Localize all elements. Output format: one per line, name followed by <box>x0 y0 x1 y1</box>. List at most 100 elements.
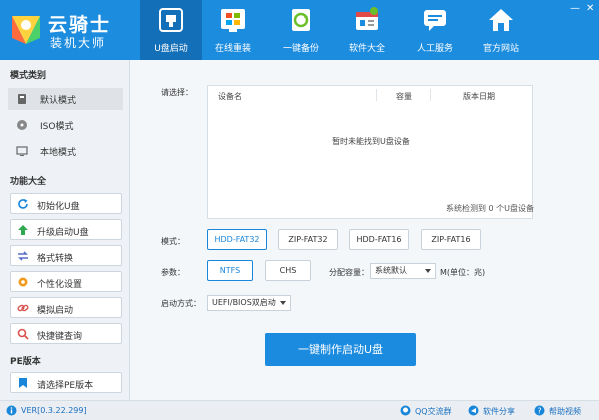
version-info: VER[0.3.22.299] <box>6 405 116 417</box>
chevron-down-icon <box>280 301 286 305</box>
mode-default[interactable]: 默认模式 <box>8 88 123 110</box>
qq-group-link[interactable]: QQ交流群 <box>400 405 458 417</box>
func-label: 升级启动U盘 <box>37 228 89 238</box>
qq-group-label: QQ交流群 <box>415 407 452 416</box>
qq-icon <box>400 405 411 416</box>
column-header-device: 设备名 <box>218 92 242 101</box>
partition-value: 系统默认 <box>375 266 407 275</box>
boot-mode-value: UEFI/BIOS双启动 <box>212 298 276 307</box>
refresh-icon <box>18 199 28 209</box>
func-label: 格式转换 <box>37 254 74 264</box>
select-label: 请选择： <box>161 88 193 97</box>
func-label: 初始化U盘 <box>37 202 80 212</box>
mode-row-label: 模式： <box>161 237 185 246</box>
func-label: 快捷键查询 <box>37 332 83 342</box>
link-icon <box>17 304 29 312</box>
monitor-icon <box>16 146 28 156</box>
boot-mode-select[interactable]: UEFI/BIOS双启动 <box>207 295 291 311</box>
main-panel: 请选择： 设备名 容量 版本日期 暂时未能找到U盘设备 系统检测到 0 个U盘设… <box>131 60 599 400</box>
column-header-capacity: 容量 <box>396 92 412 101</box>
mode-label: 本地模式 <box>40 148 77 158</box>
app-title: 云骑士 <box>48 14 112 36</box>
func-label: 个性化设置 <box>37 280 83 290</box>
mode-label: 默认模式 <box>40 96 77 106</box>
param-row-label: 参数： <box>161 268 185 277</box>
tab-label: 在线重装 <box>214 44 251 54</box>
upgrade-usb-button[interactable]: 升级启动U盘 <box>10 219 122 240</box>
windows-icon <box>221 9 245 32</box>
hotkey-lookup-button[interactable]: 快捷键查询 <box>10 323 122 344</box>
status-bar: VER[0.3.22.299] QQ交流群 软件分享 ? 帮助视频 <box>0 400 599 420</box>
share-label: 软件分享 <box>483 407 515 416</box>
func-heading: 功能大全 <box>10 177 47 187</box>
help-video-label: 帮助视频 <box>549 407 581 416</box>
mode-zip-fat16[interactable]: ZIP-FAT16 <box>421 229 481 250</box>
disc-icon <box>17 120 27 130</box>
search-icon <box>17 328 29 340</box>
fs-chs[interactable]: CHS <box>265 260 311 281</box>
column-divider <box>376 89 377 101</box>
bookmark-icon <box>19 378 27 388</box>
column-divider <box>430 89 431 101</box>
tab-usb-boot[interactable]: U盘启动 <box>140 0 202 60</box>
device-count: 系统检测到 0 个U盘设备 <box>445 204 534 213</box>
logo-icon <box>12 16 40 44</box>
mode-local[interactable]: 本地模式 <box>8 140 123 162</box>
help-video-link[interactable]: ? 帮助视频 <box>534 405 594 417</box>
info-icon <box>6 405 17 416</box>
device-table[interactable]: 设备名 容量 版本日期 暂时未能找到U盘设备 <box>207 85 533 219</box>
partition-select[interactable]: 系统默认 <box>370 263 436 279</box>
tab-label: 一键备份 <box>282 44 319 54</box>
home-icon <box>489 9 513 31</box>
simulate-boot-button[interactable]: 模拟启动 <box>10 297 122 318</box>
usb-icon <box>159 8 183 32</box>
select-pe-button[interactable]: 请选择PE版本 <box>10 372 122 393</box>
pe-heading: PE版本 <box>10 357 41 367</box>
close-button[interactable]: ✕ <box>586 3 594 14</box>
help-icon: ? <box>534 405 545 416</box>
tab-online-reinstall[interactable]: 在线重装 <box>202 0 264 60</box>
init-usb-button[interactable]: 初始化U盘 <box>10 193 122 214</box>
mode-heading: 模式类别 <box>10 71 47 81</box>
mode-hdd-fat16[interactable]: HDD-FAT16 <box>349 229 409 250</box>
sidebar: 模式类别 默认模式 ISO模式 本地模式 功能大全 初始化U盘 升级启动U盘 格… <box>0 60 130 400</box>
mode-hdd-fat32[interactable]: HDD-FAT32 <box>207 229 267 250</box>
fs-ntfs[interactable]: NTFS <box>207 260 253 281</box>
settings-icon <box>18 277 28 287</box>
func-label: 模拟启动 <box>37 306 74 316</box>
tab-label: 人工服务 <box>416 44 453 54</box>
upgrade-arrow-icon <box>18 225 28 235</box>
format-convert-button[interactable]: 格式转换 <box>10 245 122 266</box>
mode-label: ISO模式 <box>40 122 74 132</box>
software-icon <box>356 7 378 30</box>
partition-label: 分配容量： <box>329 268 369 277</box>
mode-zip-fat32[interactable]: ZIP-FAT32 <box>278 229 338 250</box>
personalize-button[interactable]: 个性化设置 <box>10 271 122 292</box>
column-header-version-date: 版本日期 <box>463 92 495 101</box>
app-header: 云骑士 装机大师 U盘启动 在线重装 一键备份 软件大全 人工服务 官方网站 —… <box>0 0 599 60</box>
chevron-down-icon <box>425 269 431 273</box>
usb-drive-icon <box>18 94 26 104</box>
svg-text:?: ? <box>537 407 541 416</box>
chat-icon <box>424 10 446 31</box>
mode-iso[interactable]: ISO模式 <box>8 114 123 136</box>
tab-label: 官方网站 <box>482 44 519 54</box>
boot-mode-label: 启动方式： <box>161 299 201 308</box>
tab-backup[interactable]: 一键备份 <box>270 0 332 60</box>
make-boot-usb-button[interactable]: 一键制作启动U盘 <box>265 333 416 366</box>
tab-website[interactable]: 官方网站 <box>470 0 532 60</box>
version-label: VER[0.3.22.299] <box>21 406 87 415</box>
tab-label: 软件大全 <box>348 44 385 54</box>
app-logo: 云骑士 装机大师 <box>8 6 136 54</box>
empty-message: 暂时未能找到U盘设备 <box>332 137 410 146</box>
convert-icon <box>18 251 28 261</box>
backup-icon <box>292 9 310 31</box>
app-subtitle: 装机大师 <box>50 36 107 50</box>
tab-label: U盘启动 <box>154 44 188 54</box>
share-link[interactable]: 软件分享 <box>468 405 524 417</box>
minimize-button[interactable]: — <box>570 3 580 14</box>
tab-software[interactable]: 软件大全 <box>336 0 398 60</box>
unit-label: M(单位：兆) <box>440 268 486 277</box>
share-icon <box>468 405 479 416</box>
tab-support[interactable]: 人工服务 <box>404 0 466 60</box>
